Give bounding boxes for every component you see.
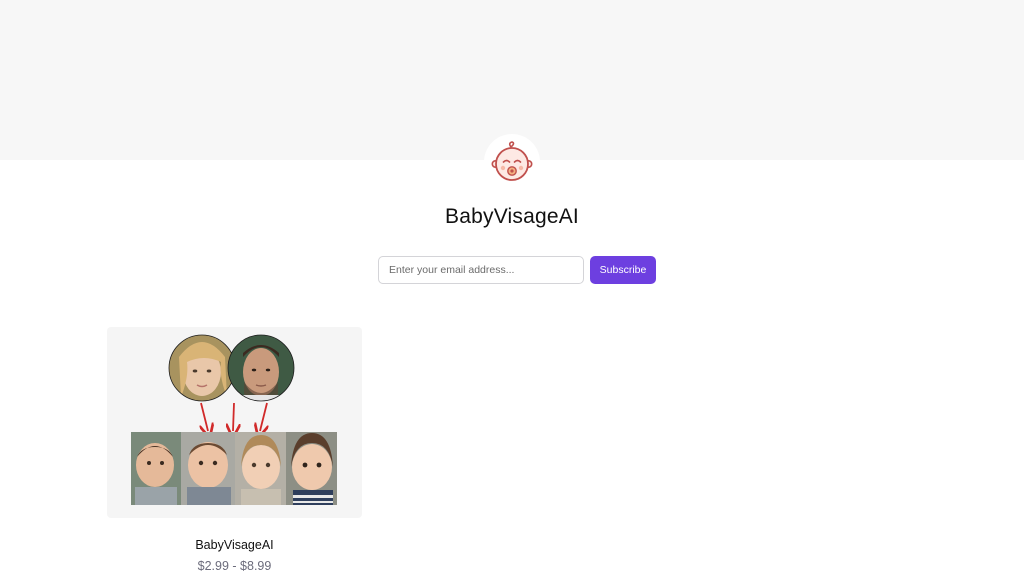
shop-title: BabyVisageAI xyxy=(445,205,579,228)
subscribe-form: Subscribe xyxy=(378,256,656,284)
email-input[interactable] xyxy=(378,256,584,284)
baby-face-icon xyxy=(491,141,533,181)
product-name[interactable]: BabyVisageAI xyxy=(107,538,362,552)
product-card[interactable]: BabyVisageAI $2.99 - $8.99 xyxy=(107,327,362,577)
subscribe-button[interactable]: Subscribe xyxy=(590,256,656,284)
baby-photos-strip xyxy=(131,432,337,505)
product-price: $2.99 - $8.99 xyxy=(197,559,272,573)
product-image[interactable] xyxy=(107,327,362,518)
parents-to-baby-faces-image xyxy=(131,334,337,505)
shop-avatar[interactable] xyxy=(484,134,540,190)
mother-photo xyxy=(169,335,235,401)
father-photo xyxy=(228,335,294,401)
